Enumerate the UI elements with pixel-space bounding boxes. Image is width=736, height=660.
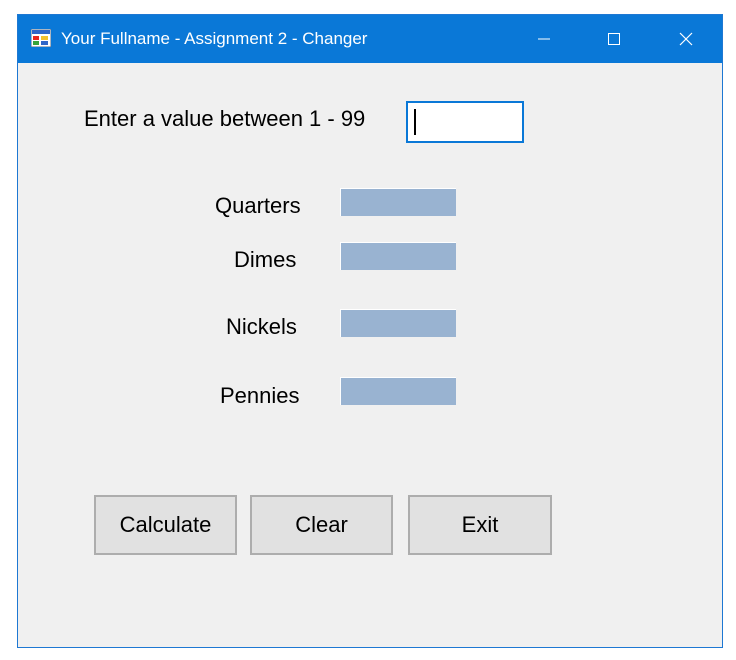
calculate-button[interactable]: Calculate bbox=[94, 495, 237, 555]
text-caret bbox=[414, 109, 416, 135]
exit-button[interactable]: Exit bbox=[408, 495, 552, 555]
clear-button[interactable]: Clear bbox=[250, 495, 393, 555]
nickels-output bbox=[340, 309, 456, 337]
windows-form-icon bbox=[30, 28, 52, 48]
close-icon bbox=[679, 32, 693, 46]
title-bar[interactable]: Your Fullname - Assignment 2 - Changer bbox=[18, 15, 722, 63]
dimes-output bbox=[340, 242, 456, 270]
prompt-label: Enter a value between 1 - 99 bbox=[84, 106, 366, 131]
dimes-label: Dimes bbox=[234, 247, 297, 272]
close-button[interactable] bbox=[650, 15, 722, 63]
minimize-button[interactable] bbox=[508, 15, 580, 63]
quarters-label: Quarters bbox=[215, 193, 301, 218]
value-input[interactable] bbox=[406, 101, 524, 143]
changer-window: Your Fullname - Assignment 2 - Changer E… bbox=[17, 14, 723, 648]
maximize-button[interactable] bbox=[578, 15, 650, 63]
nickels-label: Nickels bbox=[226, 314, 297, 339]
window-title: Your Fullname - Assignment 2 - Changer bbox=[61, 29, 368, 48]
maximize-icon bbox=[607, 32, 621, 46]
quarters-output bbox=[340, 188, 456, 216]
pennies-label: Pennies bbox=[220, 383, 300, 408]
pennies-output bbox=[340, 377, 456, 405]
minimize-icon bbox=[537, 32, 551, 46]
